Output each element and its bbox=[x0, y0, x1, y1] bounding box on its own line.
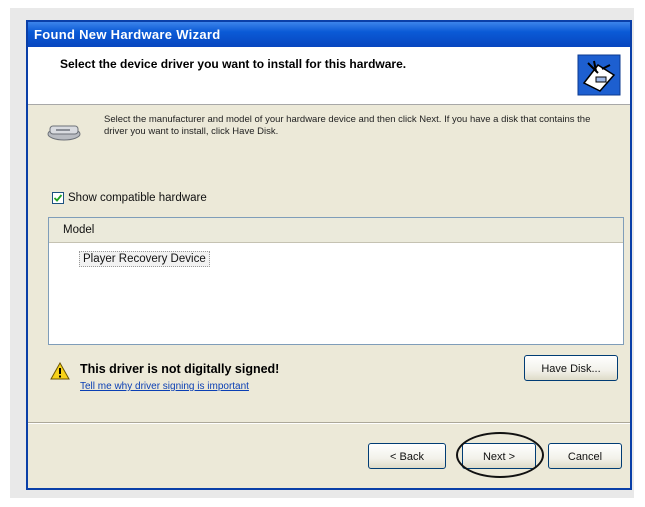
have-disk-button[interactable]: Have Disk... bbox=[524, 355, 618, 381]
warning-icon bbox=[50, 362, 70, 380]
cancel-button[interactable]: Cancel bbox=[548, 443, 622, 469]
wizard-window: Found New Hardware Wizard Select the dev… bbox=[26, 20, 632, 490]
show-compatible-label: Show compatible hardware bbox=[68, 192, 207, 204]
highlight-circle bbox=[456, 432, 544, 478]
model-listbox[interactable]: Model Player Recovery Device bbox=[48, 217, 624, 345]
hardware-wizard-icon bbox=[577, 54, 621, 96]
checkmark-icon bbox=[53, 194, 63, 202]
separator bbox=[28, 422, 630, 424]
show-compatible-row[interactable]: Show compatible hardware bbox=[52, 192, 207, 204]
window-title: Found New Hardware Wizard bbox=[34, 27, 221, 42]
list-item[interactable]: Player Recovery Device bbox=[79, 251, 210, 267]
header-title: Select the device driver you want to ins… bbox=[60, 57, 407, 71]
warning-title: This driver is not digitally signed! bbox=[80, 362, 280, 376]
back-button[interactable]: < Back bbox=[368, 443, 446, 469]
device-icon bbox=[47, 125, 81, 141]
driver-signing-link[interactable]: Tell me why driver signing is important bbox=[80, 381, 249, 392]
model-column-header[interactable]: Model bbox=[49, 218, 623, 243]
wizard-header: Select the device driver you want to ins… bbox=[28, 47, 630, 105]
show-compatible-checkbox[interactable] bbox=[52, 192, 64, 204]
title-bar[interactable]: Found New Hardware Wizard bbox=[28, 22, 630, 47]
instructions-text: Select the manufacturer and model of you… bbox=[104, 114, 591, 137]
